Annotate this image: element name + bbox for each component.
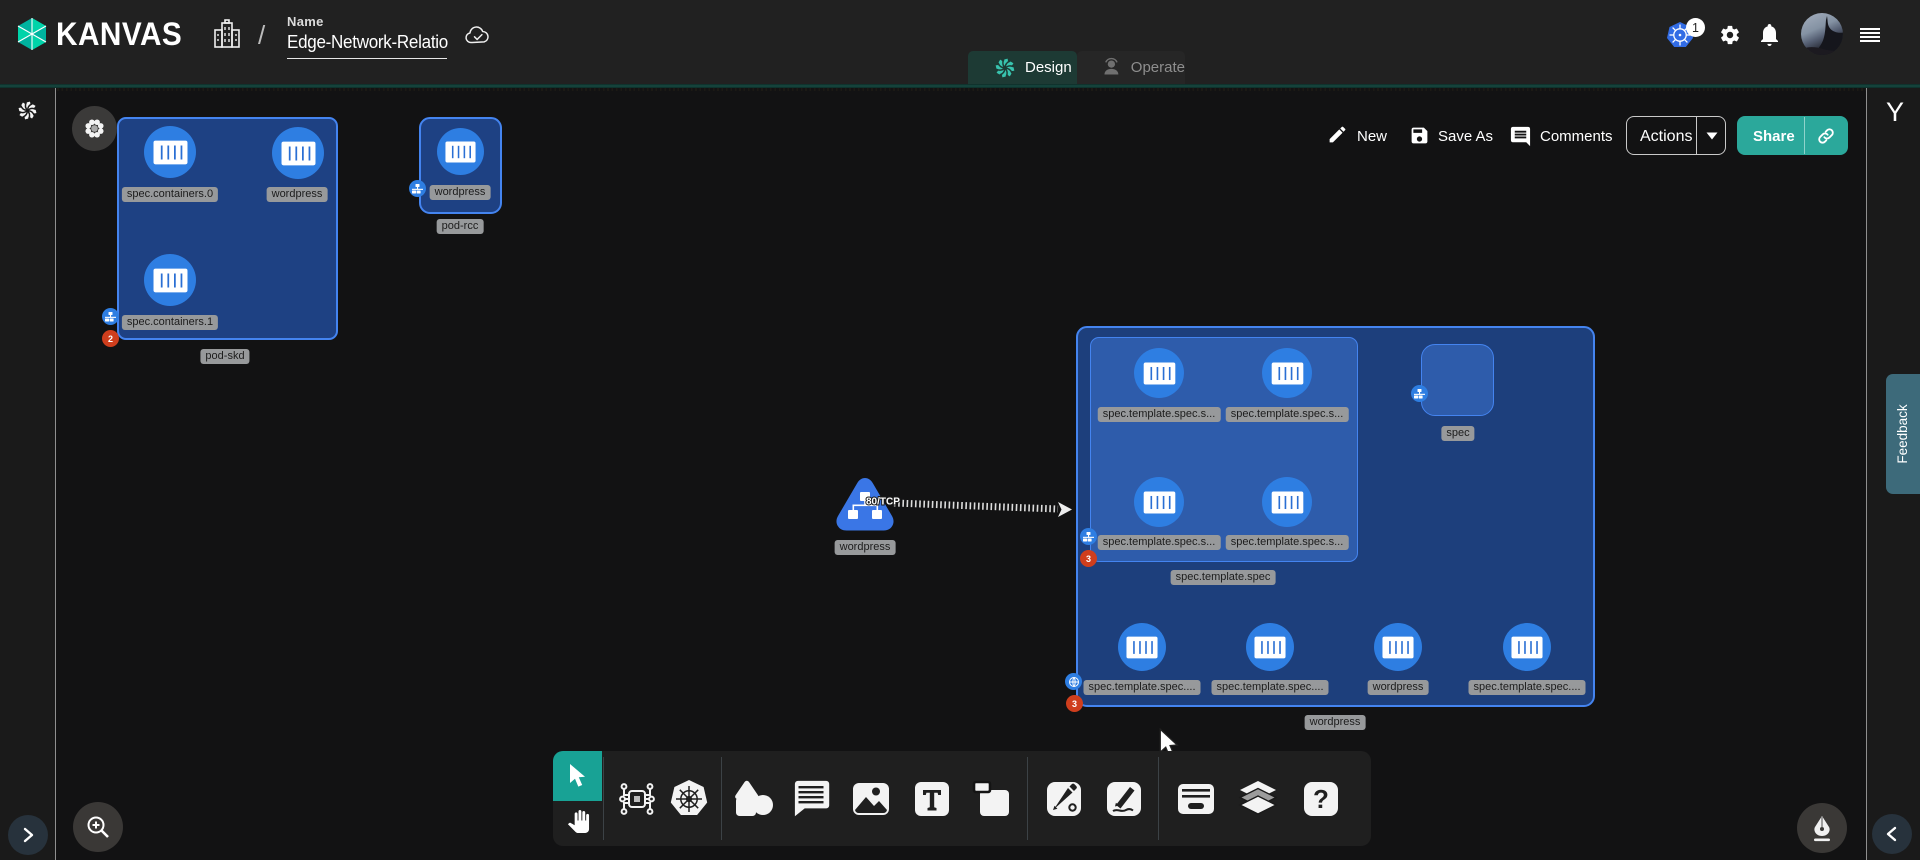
svg-text:?: ?	[1313, 784, 1329, 814]
svg-text:80/TCP: 80/TCP	[866, 497, 900, 508]
